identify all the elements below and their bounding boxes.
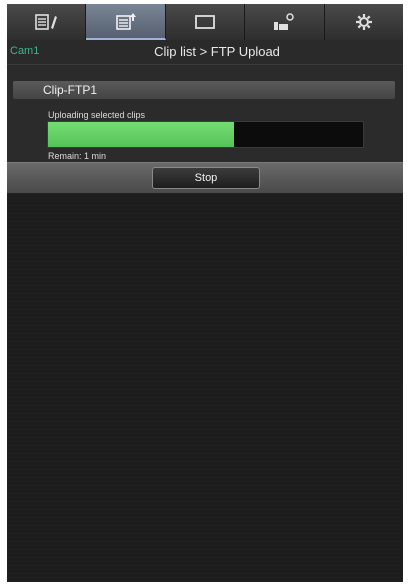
monitor-icon xyxy=(195,15,215,29)
clip-upload-icon xyxy=(115,13,136,30)
upload-status-text: Uploading selected clips xyxy=(48,110,146,120)
tab-monitor[interactable] xyxy=(166,4,246,40)
gear-icon xyxy=(355,14,372,30)
title-bar: Cam1 Clip list > FTP Upload xyxy=(7,40,403,65)
clip-list-area xyxy=(7,193,403,582)
upload-progress-bar xyxy=(47,121,364,148)
page-title: Clip list > FTP Upload xyxy=(154,44,280,59)
camera-settings-icon xyxy=(274,13,295,30)
clip-header: Clip-FTP1 xyxy=(13,81,395,99)
stop-button[interactable]: Stop xyxy=(152,167,260,189)
tab-camera-settings[interactable] xyxy=(245,4,325,40)
clip-name: Clip-FTP1 xyxy=(43,83,98,97)
tab-bar xyxy=(7,4,403,40)
tab-clip-upload[interactable] xyxy=(86,4,166,40)
tab-clip-edit[interactable] xyxy=(7,4,87,40)
app-screen: Cam1 Clip list > FTP Upload Clip-FTP1 Up… xyxy=(7,4,403,582)
clip-edit-icon xyxy=(35,14,58,30)
button-bar: Stop xyxy=(7,162,403,193)
tab-settings[interactable] xyxy=(325,4,403,40)
remaining-time: Remain: 1 min xyxy=(48,151,107,161)
upload-progress-fill xyxy=(48,122,234,147)
upload-panel: Clip-FTP1 Uploading selected clips Remai… xyxy=(7,65,403,171)
